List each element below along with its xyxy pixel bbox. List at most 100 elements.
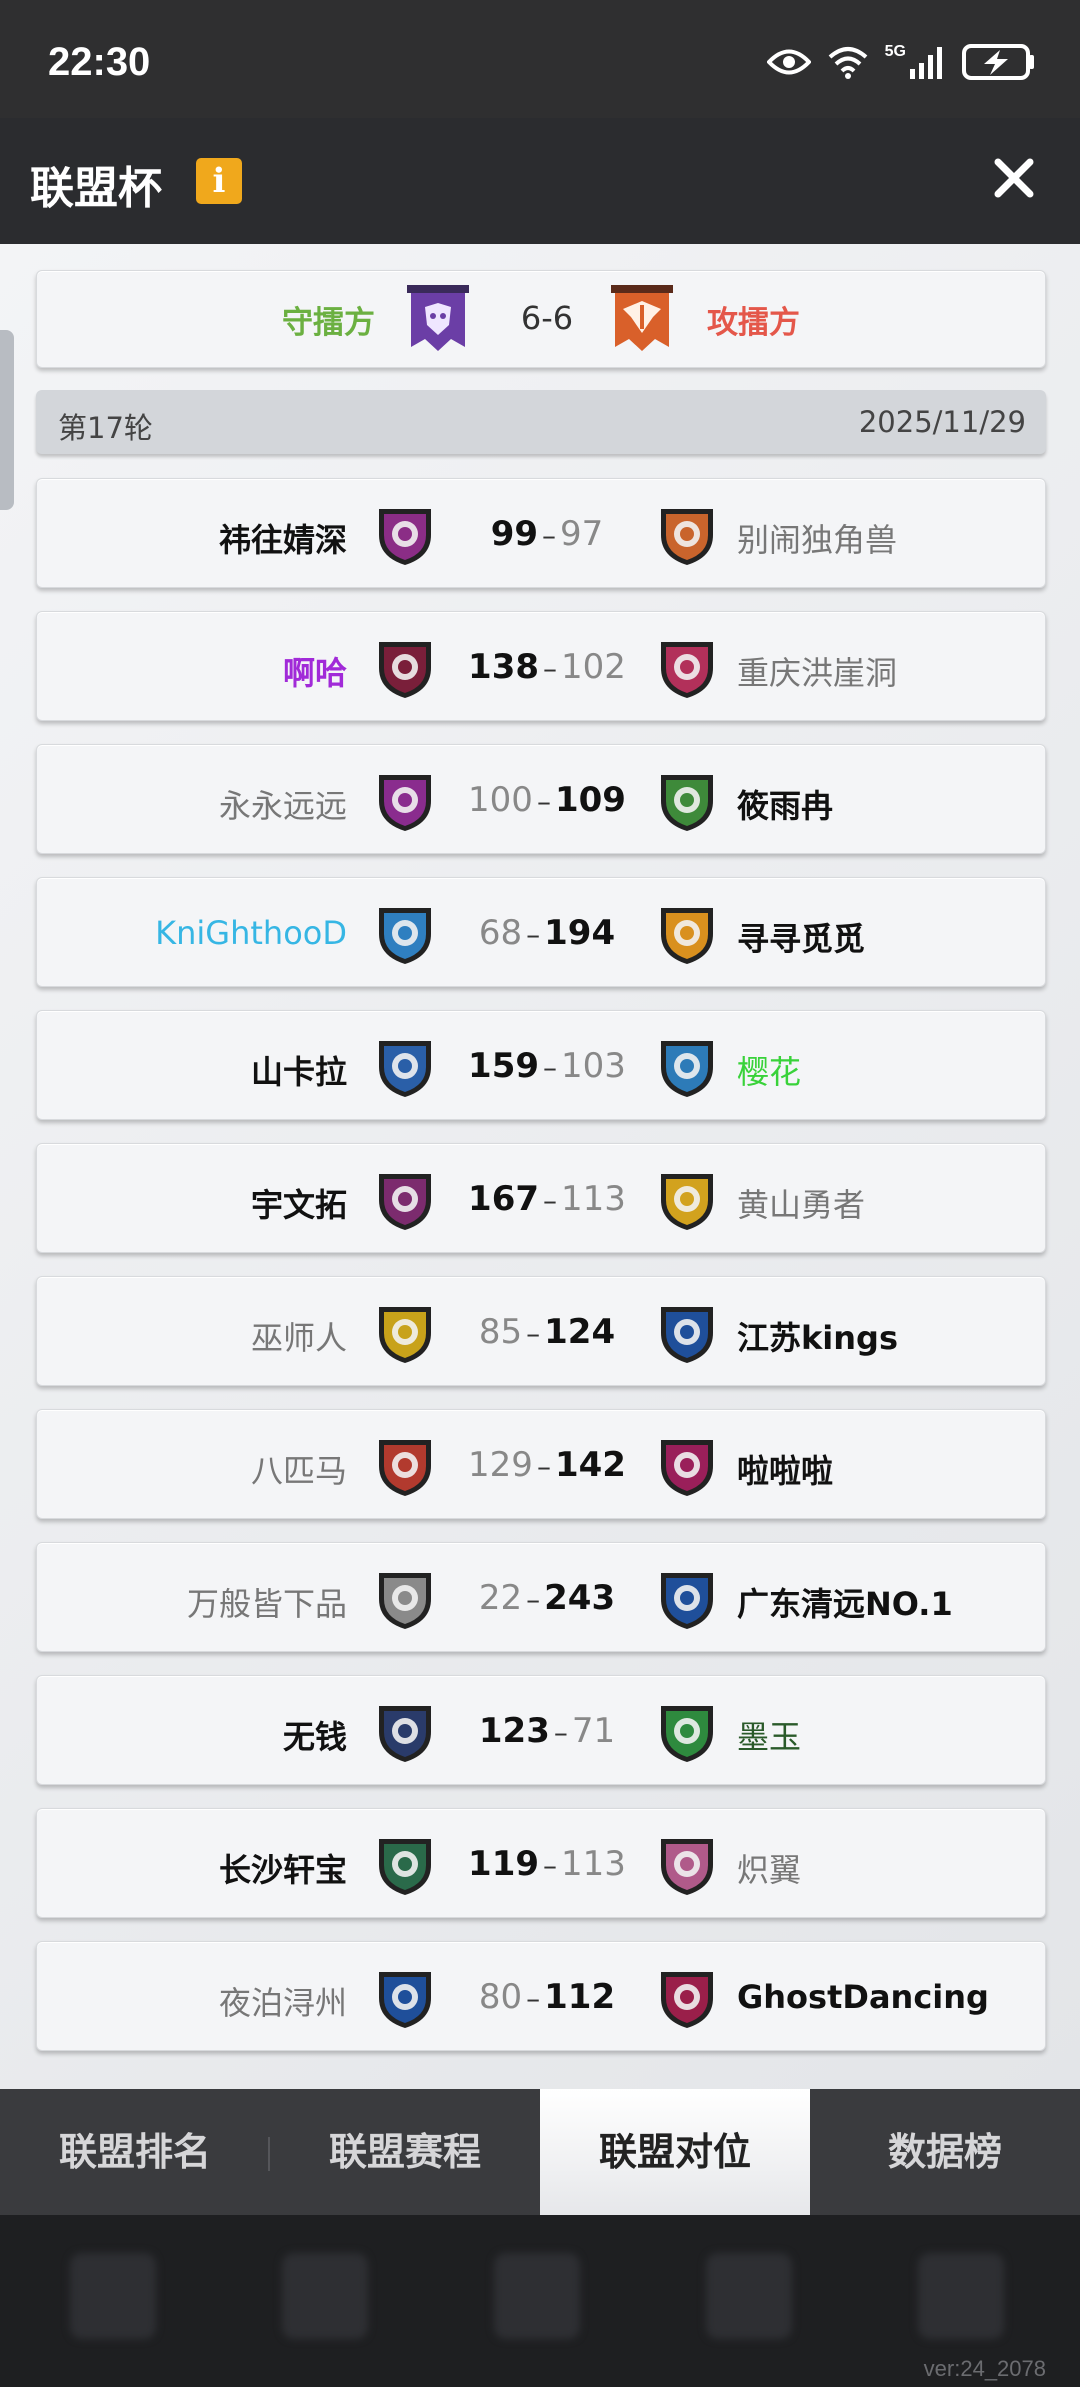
match-score: 123–71 xyxy=(447,1711,647,1751)
away-team-emblem-icon xyxy=(661,1972,713,2028)
match-card[interactable]: KniGhthooD 68–194 寻寻觅觅 xyxy=(36,877,1046,987)
home-team-name: 无钱 xyxy=(282,1718,347,1756)
match-card[interactable]: 八匹马 129–142 啦啦啦 xyxy=(36,1409,1046,1519)
score-dash: – xyxy=(526,918,541,951)
away-score: 109 xyxy=(554,780,626,820)
home-team-emblem-icon xyxy=(379,908,431,964)
home-score: 138 xyxy=(468,647,540,687)
home-team-logo xyxy=(371,1565,439,1633)
tab-league-matchups[interactable]: 联盟对位 xyxy=(540,2089,810,2215)
away-team-name: 啦啦啦 xyxy=(737,1452,834,1490)
status-bar: 22:30 5G xyxy=(0,0,1080,118)
blurred-nav-icon xyxy=(706,2253,792,2339)
home-team-emblem-icon xyxy=(379,642,431,698)
match-card[interactable]: 长沙轩宝 119–113 炽翼 xyxy=(36,1808,1046,1918)
away-team-name: GhostDancing xyxy=(737,1978,989,2016)
away-team-logo xyxy=(653,1698,721,1766)
match-card[interactable]: 山卡拉 159–103 樱花 xyxy=(36,1010,1046,1120)
away-team-emblem-icon xyxy=(661,1706,713,1762)
summary-score: 6-6 xyxy=(520,299,574,337)
home-team-logo xyxy=(371,767,439,835)
away-team-emblem-icon xyxy=(661,1041,713,1097)
match-card[interactable]: 巫师人 85–124 江苏kings xyxy=(36,1276,1046,1386)
away-score: 71 xyxy=(571,1711,616,1751)
match-card[interactable]: 永永远远 100–109 筱雨冉 xyxy=(36,744,1046,854)
match-card[interactable]: 啊哈 138–102 重庆洪崖洞 xyxy=(36,611,1046,721)
away-team-name: 江苏kings xyxy=(737,1319,898,1357)
home-team-emblem-icon xyxy=(379,509,431,565)
eye-icon xyxy=(766,49,811,75)
away-team-logo xyxy=(653,1033,721,1101)
home-score: 22 xyxy=(478,1578,523,1618)
home-team-logo xyxy=(371,1166,439,1234)
home-score: 159 xyxy=(468,1046,540,1086)
away-team-logo xyxy=(653,1299,721,1367)
score-dash: – xyxy=(526,1583,541,1616)
summary-card: 守擂方 6-6 攻擂方 xyxy=(36,270,1046,368)
home-team-name: 啊哈 xyxy=(282,654,347,692)
match-card[interactable]: 祎往婧深 99–97 别闹独角兽 xyxy=(36,478,1046,588)
score-dash: – xyxy=(543,1849,558,1882)
tab-label: 联盟排名 xyxy=(58,2130,211,2174)
home-score: 119 xyxy=(468,1844,540,1884)
home-score: 99 xyxy=(490,514,539,554)
home-team-name: 夜泊浔州 xyxy=(218,1984,347,2022)
match-card[interactable]: 无钱 123–71 墨玉 xyxy=(36,1675,1046,1785)
status-icons: 5G xyxy=(766,43,1036,80)
home-team-logo xyxy=(371,634,439,702)
tab-league-schedule[interactable]: 联盟赛程 xyxy=(270,2089,540,2215)
match-score: 22–243 xyxy=(447,1578,647,1618)
attacker-banner-icon xyxy=(611,285,673,351)
home-score: 100 xyxy=(468,780,533,820)
close-icon[interactable] xyxy=(984,148,1044,208)
round-date: 2025/11/29 xyxy=(858,405,1026,439)
away-team-logo xyxy=(653,1432,721,1500)
away-team-emblem-icon xyxy=(661,1839,713,1895)
home-team-emblem-icon xyxy=(379,1307,431,1363)
match-score: 167–113 xyxy=(447,1179,647,1219)
blurred-nav-icon xyxy=(494,2253,580,2339)
home-team-emblem-icon xyxy=(379,1041,431,1097)
away-team-emblem-icon xyxy=(661,1440,713,1496)
network-label: 5G xyxy=(884,43,906,60)
wifi-icon xyxy=(828,47,867,79)
home-team-logo xyxy=(371,1299,439,1367)
bottom-tab-bar: 联盟排名 联盟赛程 联盟对位 数据榜 xyxy=(0,2089,1080,2215)
version-label: ver:24_2078 xyxy=(923,2356,1046,2381)
score-dash: – xyxy=(543,652,558,685)
tab-data-board[interactable]: 数据榜 xyxy=(810,2089,1080,2215)
score-dash: – xyxy=(526,1982,541,2015)
away-team-name: 炽翼 xyxy=(737,1851,802,1889)
match-score: 138–102 xyxy=(447,647,647,687)
match-score: 99–97 xyxy=(447,514,647,554)
away-team-logo xyxy=(653,767,721,835)
home-team-logo xyxy=(371,900,439,968)
info-icon[interactable]: i xyxy=(196,158,242,204)
defender-label: 守擂方 xyxy=(282,305,375,341)
away-team-logo xyxy=(653,634,721,702)
away-score: 102 xyxy=(561,647,626,687)
signal-icon xyxy=(910,47,942,79)
home-team-name: 长沙轩宝 xyxy=(218,1851,347,1889)
away-score: 142 xyxy=(554,1445,626,1485)
blurred-nav-icon xyxy=(282,2253,368,2339)
tab-label: 数据榜 xyxy=(887,2130,1002,2174)
match-card[interactable]: 夜泊浔州 80–112 GhostDancing xyxy=(36,1941,1046,2051)
home-team-name: 永永远远 xyxy=(218,787,347,825)
match-score: 85–124 xyxy=(447,1312,647,1352)
tab-league-ranking[interactable]: 联盟排名 xyxy=(0,2089,270,2215)
away-score: 243 xyxy=(544,1578,616,1618)
home-team-name: 八匹马 xyxy=(250,1452,347,1490)
match-card[interactable]: 万般皆下品 22–243 广东清远NO.1 xyxy=(36,1542,1046,1652)
home-score: 68 xyxy=(478,913,523,953)
away-team-emblem-icon xyxy=(661,775,713,831)
away-score: 194 xyxy=(544,913,616,953)
side-scroll-handle[interactable] xyxy=(0,330,14,510)
match-score: 119–113 xyxy=(447,1844,647,1884)
home-score: 123 xyxy=(478,1711,550,1751)
away-team-emblem-icon xyxy=(661,1573,713,1629)
status-time: 22:30 xyxy=(48,40,151,84)
away-team-emblem-icon xyxy=(661,509,713,565)
match-card[interactable]: 宇文拓 167–113 黄山勇者 xyxy=(36,1143,1046,1253)
away-team-name: 筱雨冉 xyxy=(737,787,834,825)
